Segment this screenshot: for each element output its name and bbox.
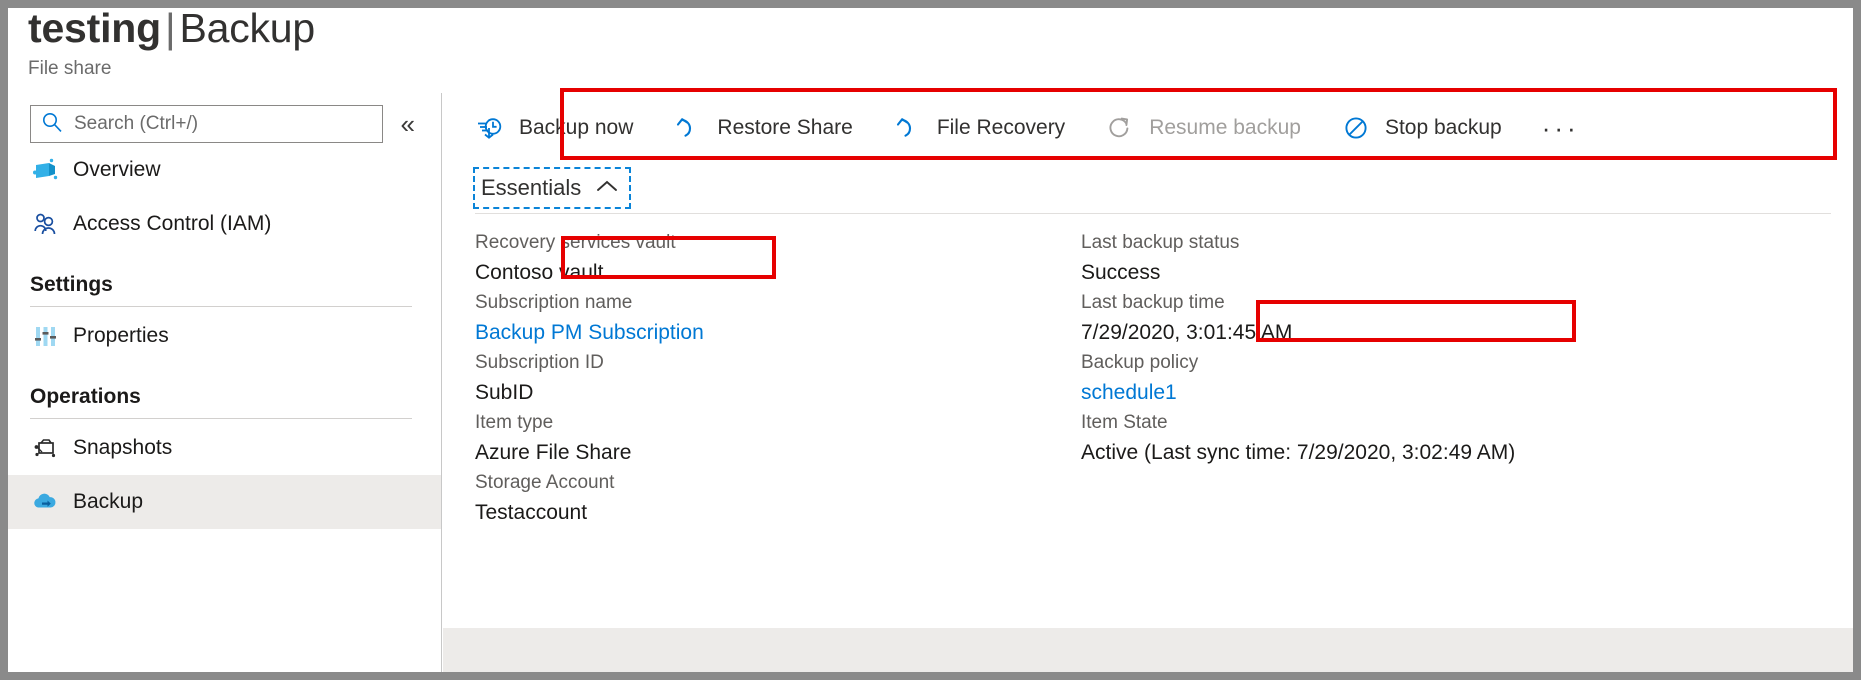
- command-label: Backup now: [519, 116, 633, 140]
- recovery-services-vault-value: Contoso vault: [475, 257, 1063, 288]
- overflow-label: ···: [1542, 113, 1580, 144]
- field-label: Recovery services vault: [475, 228, 1063, 257]
- restore-icon: [673, 113, 703, 143]
- page-title: testing|Backup: [28, 8, 1853, 54]
- title-separator: |: [161, 8, 179, 51]
- sidebar-item-access-control[interactable]: Access Control (IAM): [8, 197, 441, 251]
- field-label: Item State: [1081, 408, 1763, 437]
- stop-backup-button[interactable]: Stop backup: [1339, 106, 1518, 150]
- field-label: Last backup time: [1081, 288, 1763, 317]
- essentials-left-column: Recovery services vault Contoso vault Su…: [443, 228, 1063, 528]
- search-input-wrapper[interactable]: [30, 105, 383, 143]
- file-recovery-icon: [893, 113, 923, 143]
- search-icon: [41, 111, 63, 138]
- backup-now-icon: [475, 113, 505, 143]
- last-backup-time-value: 7/29/2020, 3:01:45 AM: [1081, 317, 1763, 348]
- last-backup-status-value: Success: [1081, 257, 1763, 288]
- chevron-up-icon: [595, 178, 619, 199]
- command-label: File Recovery: [937, 116, 1065, 140]
- overview-icon: [30, 155, 60, 185]
- subscription-name-link[interactable]: Backup PM Subscription: [475, 317, 1063, 348]
- blade-header: testing|Backup File share: [8, 8, 1853, 82]
- essentials-toggle[interactable]: Essentials: [475, 169, 629, 207]
- command-bar: Backup now Restore Share: [443, 93, 1853, 163]
- screenshot-root: testing|Backup File share «: [0, 0, 1861, 680]
- command-label: Restore Share: [717, 116, 852, 140]
- page-subtitle: File share: [28, 56, 1853, 82]
- page-name: Backup: [179, 8, 315, 51]
- field-label: Item type: [475, 408, 1063, 437]
- resume-icon: [1105, 113, 1135, 143]
- essentials-label: Essentials: [481, 175, 581, 201]
- sidebar-group-title: Settings: [30, 273, 419, 306]
- snapshots-icon: [30, 433, 60, 463]
- sidebar-group-title: Operations: [30, 385, 419, 418]
- sidebar-item-label: Properties: [73, 324, 169, 348]
- sidebar-item-snapshots[interactable]: Snapshots: [8, 421, 441, 475]
- field-label: Subscription name: [475, 288, 1063, 317]
- restore-share-button[interactable]: Restore Share: [671, 106, 868, 150]
- sidebar-search-row: «: [8, 93, 441, 143]
- essentials-row: Essentials: [443, 163, 1853, 213]
- ellipsis-icon[interactable]: ···: [1540, 106, 1584, 150]
- sidebar-item-label: Snapshots: [73, 436, 172, 460]
- backup-now-button[interactable]: Backup now: [473, 106, 649, 150]
- essentials-right-column: Last backup status Success Last backup t…: [1063, 228, 1763, 528]
- resource-name: testing: [28, 8, 161, 51]
- divider: [30, 306, 412, 307]
- sidebar-item-label: Backup: [73, 490, 143, 514]
- resume-backup-button: Resume backup: [1103, 106, 1317, 150]
- stop-backup-icon: [1341, 113, 1371, 143]
- item-type-value: Azure File Share: [475, 437, 1063, 468]
- command-label: Stop backup: [1385, 116, 1502, 140]
- sidebar-item-label: Overview: [73, 158, 161, 182]
- chevron-double-left-icon[interactable]: «: [395, 109, 421, 139]
- sidebar-group-operations: Operations: [8, 363, 441, 419]
- field-label: Backup policy: [1081, 348, 1763, 377]
- essentials-grid: Recovery services vault Contoso vault Su…: [443, 214, 1853, 528]
- file-recovery-button[interactable]: File Recovery: [891, 106, 1081, 150]
- sidebar-group-settings: Settings: [8, 251, 441, 307]
- sidebar-item-label: Access Control (IAM): [73, 212, 271, 236]
- content-pane: Backup now Restore Share: [443, 93, 1853, 672]
- search-input[interactable]: [72, 112, 352, 136]
- field-label: Storage Account: [475, 468, 1063, 497]
- field-label: Subscription ID: [475, 348, 1063, 377]
- sidebar-item-properties[interactable]: Properties: [8, 309, 441, 363]
- sidebar-item-overview[interactable]: Overview: [8, 143, 441, 197]
- sidebar-item-backup[interactable]: Backup: [8, 475, 441, 529]
- command-label: Resume backup: [1149, 116, 1301, 140]
- item-state-value: Active (Last sync time: 7/29/2020, 3:02:…: [1081, 437, 1763, 468]
- content-footer-strip: [443, 628, 1853, 672]
- subscription-id-value: SubID: [475, 377, 1063, 408]
- people-icon: [30, 209, 60, 239]
- sliders-icon: [30, 321, 60, 351]
- field-label: Last backup status: [1081, 228, 1763, 257]
- sidebar: « Overview: [8, 93, 442, 672]
- divider: [30, 418, 412, 419]
- storage-account-value: Testaccount: [475, 497, 1063, 528]
- portal-blade: testing|Backup File share «: [8, 8, 1853, 672]
- backup-policy-link[interactable]: schedule1: [1081, 377, 1763, 408]
- backup-cloud-icon: [30, 487, 60, 517]
